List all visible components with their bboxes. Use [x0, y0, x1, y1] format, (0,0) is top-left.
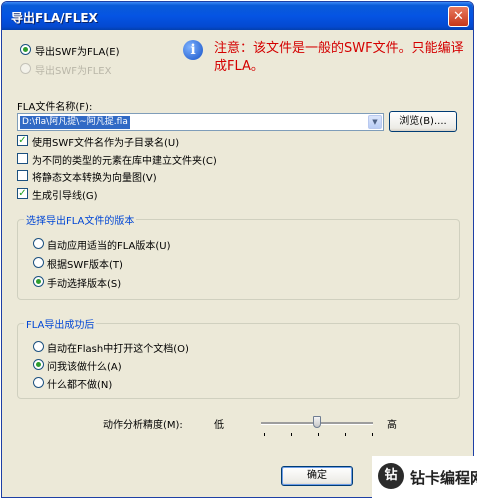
- notice-text: 注意：该文件是一般的SWF文件。只能编译成FLA。: [214, 41, 464, 74]
- precision-label: 动作分析精度(M):: [103, 420, 183, 431]
- radio-open-in-flash[interactable]: [33, 341, 44, 352]
- ok-button[interactable]: 确定: [281, 466, 353, 486]
- radio-version-auto-label[interactable]: 自动应用适当的FLA版本(U): [47, 237, 171, 252]
- radio-export-flex-label: 导出SWF为FLEX: [35, 66, 112, 77]
- slider-tick: [372, 433, 373, 436]
- precision-low-label: 低: [214, 420, 224, 431]
- chevron-down-icon[interactable]: ▼: [368, 115, 382, 129]
- checkbox-library-folders[interactable]: [17, 153, 28, 164]
- radio-do-nothing[interactable]: [33, 377, 44, 388]
- version-group-title: 选择导出FLA文件的版本: [24, 212, 137, 227]
- close-button[interactable]: ✕: [448, 6, 469, 27]
- watermark-text: 钻卡编程网: [410, 469, 477, 487]
- watermark-logo: 钻: [378, 463, 404, 489]
- fla-name-value[interactable]: D:\fla\阿凡提\~阿凡提.fla: [20, 116, 130, 129]
- title-bar[interactable]: 导出FLA/FLEX ✕: [2, 2, 473, 30]
- precision-slider-thumb[interactable]: [313, 416, 321, 428]
- info-icon: i: [183, 40, 203, 60]
- radio-export-fla-label[interactable]: 导出SWF为FLA(E): [35, 43, 120, 58]
- radio-version-manual[interactable]: [33, 276, 44, 287]
- slider-tick: [264, 433, 265, 436]
- window-title: 导出FLA/FLEX: [11, 11, 98, 25]
- browse-button[interactable]: 浏览(B)....: [389, 111, 457, 132]
- checkbox-use-subdir-label[interactable]: 使用SWF文件名作为子目录名(U): [32, 134, 179, 149]
- fla-name-combobox[interactable]: D:\fla\阿凡提\~阿凡提.fla ▼: [17, 113, 384, 131]
- checkbox-guides-label[interactable]: 生成引导线(G): [32, 187, 98, 202]
- watermark: 钻 钻卡编程网: [372, 456, 477, 500]
- radio-open-in-flash-label[interactable]: 自动在Flash中打开这个文档(O): [47, 340, 189, 355]
- precision-high-label: 高: [387, 420, 397, 431]
- checkbox-library-folders-label[interactable]: 为不同的类型的元素在库中建立文件夹(C): [32, 152, 217, 167]
- fla-name-label: FLA文件名称(F):: [17, 102, 93, 113]
- slider-tick: [318, 433, 319, 436]
- export-dialog: 导出FLA/FLEX ✕ 导出SWF为FLA(E) 导出SWF为FLEX i 注…: [1, 1, 474, 498]
- slider-tick: [291, 433, 292, 436]
- radio-ask-me-label[interactable]: 问我该做什么(A): [47, 358, 122, 373]
- radio-version-manual-label[interactable]: 手动选择版本(S): [47, 275, 121, 290]
- checkbox-static-text-vector-label[interactable]: 将静态文本转换为向量图(V): [32, 169, 157, 184]
- checkbox-use-subdir[interactable]: ✓: [17, 135, 28, 146]
- radio-version-auto[interactable]: [33, 238, 44, 249]
- slider-tick: [345, 433, 346, 436]
- after-export-group-title: FLA导出成功后: [24, 316, 97, 331]
- close-icon: ✕: [453, 9, 464, 24]
- radio-do-nothing-label[interactable]: 什么都不做(N): [47, 376, 112, 391]
- radio-version-swf[interactable]: [33, 257, 44, 268]
- radio-export-flex: [20, 63, 31, 74]
- checkbox-static-text-vector[interactable]: [17, 170, 28, 181]
- radio-export-fla[interactable]: [20, 44, 31, 55]
- checkbox-guides[interactable]: ✓: [17, 188, 28, 199]
- radio-version-swf-label[interactable]: 根据SWF版本(T): [47, 256, 123, 271]
- radio-ask-me[interactable]: [33, 359, 44, 370]
